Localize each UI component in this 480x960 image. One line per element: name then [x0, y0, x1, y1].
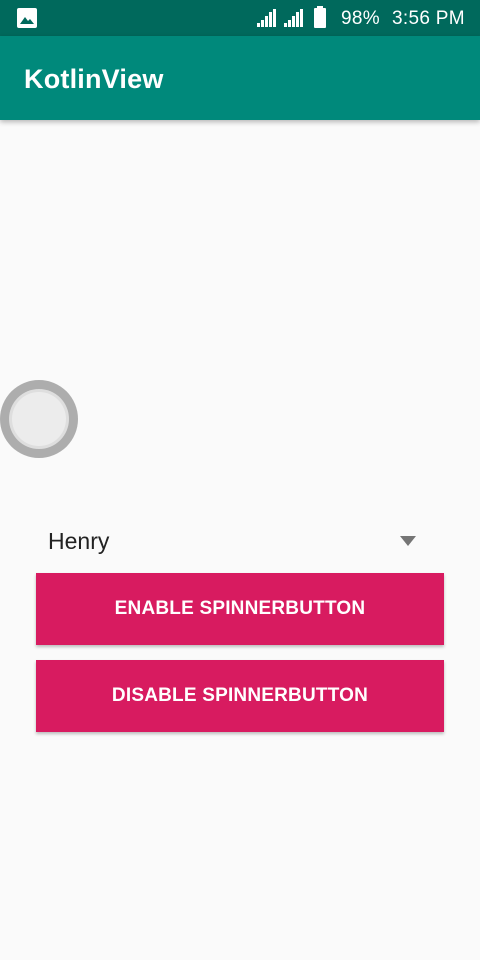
battery-level: 98%	[341, 8, 380, 29]
battery-icon	[314, 6, 326, 28]
switch-knob	[9, 389, 69, 449]
app-title: KotlinView	[24, 64, 164, 94]
enable-button-label: ENABLE SPINNERBUTTON	[114, 598, 366, 619]
signal-icon	[257, 9, 276, 27]
gallery-icon	[17, 8, 37, 28]
clock: 3:56 PM	[392, 8, 465, 29]
enable-spinnerbutton-button[interactable]: ENABLE SPINNERBUTTON	[36, 573, 444, 645]
dropdown-arrow-icon	[400, 536, 416, 546]
spinner-selected-value: Henry	[48, 528, 110, 554]
signal-icon	[284, 9, 303, 27]
name-spinner[interactable]: Henry	[36, 518, 444, 564]
app-bar: KotlinView	[0, 36, 480, 120]
switch-thumb-icon[interactable]	[0, 380, 78, 458]
status-bar: 98% 3:56 PM	[0, 0, 480, 36]
switch-knob-inner	[12, 392, 66, 446]
disable-button-label: DISABLE SPINNERBUTTON	[111, 685, 369, 706]
disable-spinnerbutton-button[interactable]: DISABLE SPINNERBUTTON	[36, 660, 444, 732]
